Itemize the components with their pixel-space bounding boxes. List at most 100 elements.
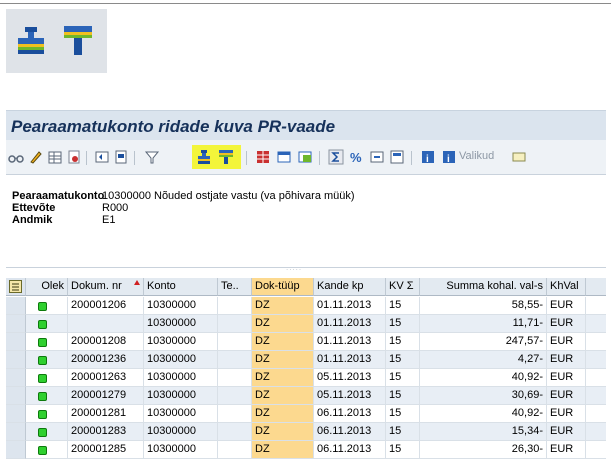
cell-doktyyp: DZ xyxy=(252,351,314,369)
header-value: R000 xyxy=(102,202,129,214)
view-icon[interactable] xyxy=(389,149,405,165)
table-settings-icon[interactable] xyxy=(47,149,63,165)
cell-summa: 40,92- xyxy=(420,405,547,423)
zoomed-toolbar-area xyxy=(6,9,107,73)
cell-konto: 10300000 xyxy=(144,315,218,333)
status-green-icon xyxy=(38,320,47,329)
col-header-khval[interactable]: KhVal xyxy=(547,278,586,296)
row-selector[interactable] xyxy=(6,351,26,369)
cell-doktyyp: DZ xyxy=(252,297,314,315)
cell-kv: 15 xyxy=(386,351,420,369)
col-header-kv[interactable]: KV Σ xyxy=(386,278,420,296)
filter-icon[interactable] xyxy=(144,149,160,165)
status-cell xyxy=(26,441,68,459)
status-cell xyxy=(26,405,68,423)
col-header-doktyyp[interactable]: Dok-tüüp xyxy=(252,278,314,296)
status-green-icon xyxy=(38,356,47,365)
table-row[interactable]: 200001283 10300000 DZ 06.11.2013 15 15,34- EUR xyxy=(6,423,606,441)
cell-kandekp: 05.11.2013 xyxy=(314,369,386,387)
cell-summa: 4,27- xyxy=(420,351,547,369)
export-icon[interactable] xyxy=(369,149,385,165)
row-selector[interactable] xyxy=(6,405,26,423)
row-selector[interactable] xyxy=(6,369,26,387)
choose-layout-icon[interactable] xyxy=(276,149,292,165)
row-selector[interactable] xyxy=(6,333,26,351)
cell-dokum: 200001263 xyxy=(68,369,144,387)
col-header-olek[interactable]: Olek xyxy=(26,278,68,296)
layout-icon[interactable] xyxy=(255,149,271,165)
sum-icon[interactable] xyxy=(14,23,50,59)
details-icon[interactable] xyxy=(94,149,110,165)
row-filler xyxy=(586,351,606,369)
sum-sign-icon: Σ xyxy=(406,280,414,292)
pencil-icon[interactable] xyxy=(28,149,44,165)
subtotal-icon[interactable] xyxy=(218,149,234,165)
row-filler xyxy=(586,405,606,423)
percent-icon[interactable]: % xyxy=(349,149,365,165)
table-row[interactable]: 200001285 10300000 DZ 06.11.2013 15 26,30- EUR xyxy=(6,441,606,459)
subtotal-icon[interactable] xyxy=(61,23,97,59)
header-value: E1 xyxy=(102,214,116,226)
col-header-kandekp[interactable]: Kande kp xyxy=(314,278,386,296)
status-cell xyxy=(26,387,68,405)
splitter-handle[interactable]: ..... xyxy=(286,263,302,272)
glasses-icon[interactable] xyxy=(8,149,24,165)
cell-kv: 15 xyxy=(386,297,420,315)
header-label: Pearaamatukonto xyxy=(12,190,105,202)
status-green-icon xyxy=(38,428,47,437)
cell-kandekp: 01.11.2013 xyxy=(314,333,386,351)
row-selector[interactable] xyxy=(6,315,26,333)
row-selector[interactable] xyxy=(6,441,26,459)
status-cell xyxy=(26,423,68,441)
col-header-dokum[interactable]: Dokum. nr xyxy=(68,278,144,296)
table-row[interactable]: 200001208 10300000 DZ 01.11.2013 15 247,57- EU… xyxy=(6,333,606,351)
cell-kv: 15 xyxy=(386,423,420,441)
status-cell xyxy=(26,351,68,369)
cell-konto: 10300000 xyxy=(144,369,218,387)
cell-doktyyp: DZ xyxy=(252,333,314,351)
row-selector[interactable] xyxy=(6,387,26,405)
total-icon[interactable] xyxy=(196,149,212,165)
cell-khval: EUR xyxy=(547,441,586,459)
col-header-summa[interactable]: Summa kohal. val-s xyxy=(420,278,547,296)
table-row[interactable]: 200001206 10300000 DZ 01.11.2013 15 58,55- EUR xyxy=(6,297,606,315)
cell-te xyxy=(218,297,252,315)
cell-kv: 15 xyxy=(386,441,420,459)
title-bar: Pearaamatukonto ridade kuva PR-vaade xyxy=(6,110,606,140)
cell-kandekp: 01.11.2013 xyxy=(314,297,386,315)
cell-doktyyp: DZ xyxy=(252,369,314,387)
info-icon[interactable]: i xyxy=(420,149,436,165)
select-all-button[interactable] xyxy=(6,278,26,296)
toolbar-separator xyxy=(246,151,247,165)
cell-konto: 10300000 xyxy=(144,441,218,459)
cell-te xyxy=(218,369,252,387)
toolbar-separator xyxy=(86,151,87,165)
toolbar-separator xyxy=(134,151,135,165)
valikud-button[interactable]: Valikud xyxy=(459,150,494,162)
cell-konto: 10300000 xyxy=(144,423,218,441)
comment-icon[interactable] xyxy=(511,149,527,165)
header-row-ledger: Andmik E1 xyxy=(12,214,115,226)
cell-konto: 10300000 xyxy=(144,351,218,369)
table-row[interactable]: 200001279 10300000 DZ 05.11.2013 15 30,69- EUR xyxy=(6,387,606,405)
row-selector[interactable] xyxy=(6,423,26,441)
sum-sign-icon[interactable] xyxy=(328,149,344,165)
cell-doktyyp: DZ xyxy=(252,387,314,405)
header-label: Andmik xyxy=(12,214,53,226)
save-layout-icon[interactable] xyxy=(297,149,313,165)
table-row[interactable]: 200001236 10300000 DZ 01.11.2013 15 4,27- EUR xyxy=(6,351,606,369)
cell-kv: 15 xyxy=(386,387,420,405)
table-row[interactable]: 200001281 10300000 DZ 06.11.2013 15 40,92- EUR xyxy=(6,405,606,423)
display-document-icon[interactable] xyxy=(66,149,82,165)
info-selections-icon[interactable]: i xyxy=(441,149,457,165)
select-layout-icon xyxy=(9,280,22,293)
cell-khval: EUR xyxy=(547,351,586,369)
cell-kandekp: 05.11.2013 xyxy=(314,387,386,405)
col-header-te[interactable]: Te.. xyxy=(218,278,252,296)
cell-te xyxy=(218,387,252,405)
table-row[interactable]: 10300000 DZ 01.11.2013 15 11,71- EUR xyxy=(6,315,606,333)
table-row[interactable]: 200001263 10300000 DZ 05.11.2013 15 40,92- EUR xyxy=(6,369,606,387)
row-selector[interactable] xyxy=(6,297,26,315)
print-preview-icon[interactable] xyxy=(113,149,129,165)
col-header-konto[interactable]: Konto xyxy=(144,278,218,296)
